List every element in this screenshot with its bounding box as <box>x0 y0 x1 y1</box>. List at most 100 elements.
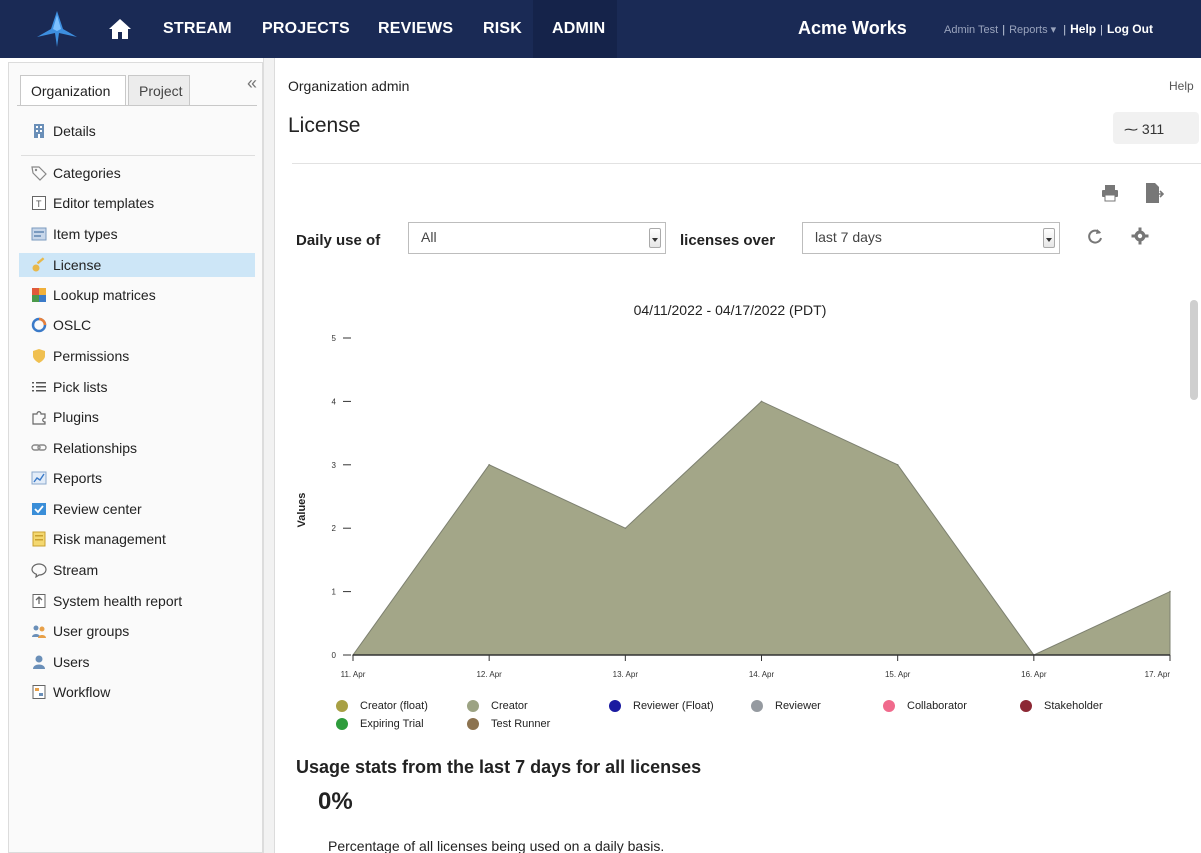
y-tick-label: 2 <box>332 524 337 533</box>
sidebar-item-license[interactable]: License <box>19 253 255 277</box>
sidebar-item-details[interactable]: Details <box>19 119 255 143</box>
jama-logo-icon[interactable] <box>33 9 81 49</box>
sidebar-item-review-center[interactable]: Review center <box>19 497 255 521</box>
svg-text:T: T <box>36 199 42 209</box>
legend-swatch <box>336 718 348 730</box>
sidebar-item-stream[interactable]: Stream <box>19 558 255 582</box>
sidebar-item-risk-management[interactable]: Risk management <box>19 527 255 551</box>
sidebar-item-label: Users <box>53 654 90 670</box>
tab-project[interactable]: Project <box>128 75 190 105</box>
y-tick-label: 5 <box>332 334 337 343</box>
data-point <box>896 464 899 466</box>
matrix-icon <box>32 288 46 302</box>
list-icon <box>32 382 46 392</box>
period-select[interactable]: last 7 days <box>802 222 1060 254</box>
export-icon[interactable] <box>1144 182 1164 204</box>
review-icon <box>32 503 46 515</box>
data-point <box>1169 590 1171 593</box>
sidebar-item-system-health-report[interactable]: System health report <box>19 589 255 613</box>
sidebar-item-label: Review center <box>53 501 142 517</box>
sidebar-item-label: Pick lists <box>53 379 108 395</box>
user-links: Admin Test | Reports ▾ | Help | Log Out <box>944 22 1153 36</box>
sidebar-item-user-groups[interactable]: User groups <box>19 619 255 643</box>
data-point <box>624 527 627 529</box>
sidebar-item-label: Workflow <box>53 684 111 700</box>
user-groups-icon <box>32 625 46 638</box>
chevron-down-icon <box>1043 228 1055 248</box>
nav-risk[interactable]: RISK <box>483 20 522 38</box>
sidebar-item-categories[interactable]: Categories <box>19 161 255 185</box>
legend-swatch <box>467 718 479 730</box>
risk-icon <box>32 531 46 547</box>
legend-swatch <box>336 700 348 712</box>
workflow-icon <box>32 685 46 699</box>
double-chevron-left-icon[interactable]: « <box>247 73 257 94</box>
sidebar-item-label: Categories <box>53 165 121 181</box>
sidebar-item-label: Reports <box>53 470 103 486</box>
user-name-link[interactable]: Admin Test <box>944 24 998 36</box>
item-types-icon <box>31 227 47 241</box>
refresh-icon[interactable] <box>1085 226 1105 246</box>
sidebar-item-item-types[interactable]: Item types <box>19 222 255 246</box>
sidebar-item-relationships[interactable]: Relationships <box>19 436 255 460</box>
sidebar-item-users[interactable]: Users <box>19 650 255 674</box>
page-help-link[interactable]: Help <box>1169 79 1194 93</box>
sidebar-item-plugins[interactable]: Plugins <box>19 405 255 429</box>
x-tick-label: 13. Apr <box>613 670 639 679</box>
usage-stats-heading: Usage stats from the last 7 days for all… <box>296 757 702 777</box>
data-point <box>488 464 490 466</box>
x-tick-label: 16. Apr <box>1021 670 1047 679</box>
sidebar-item-label: Risk management <box>53 531 166 547</box>
nav-admin[interactable]: ADMIN <box>552 20 605 38</box>
reports-link[interactable]: Reports <box>1009 24 1048 36</box>
help-link[interactable]: Help <box>1070 22 1096 36</box>
oslc-icon <box>31 317 47 333</box>
gear-icon[interactable] <box>1130 226 1150 246</box>
activity-counter-button[interactable]: ⁓ 311 <box>1113 112 1199 144</box>
nav-reviews[interactable]: REVIEWS <box>378 20 453 38</box>
nav-projects[interactable]: PROJECTS <box>262 20 350 38</box>
sidebar-item-label: Relationships <box>53 440 138 456</box>
sidebar-resize-handle[interactable] <box>263 58 275 853</box>
logout-link[interactable]: Log Out <box>1107 22 1153 36</box>
legend-swatch <box>751 700 763 712</box>
legend-swatch <box>1020 700 1032 712</box>
y-tick-label: 4 <box>332 397 337 406</box>
license-type-select[interactable]: All <box>408 222 666 254</box>
area-layer <box>352 400 1171 656</box>
period-value: last 7 days <box>815 229 882 245</box>
print-icon[interactable] <box>1100 183 1120 203</box>
sidebar-item-editor-templates[interactable]: T Editor templates <box>19 191 255 215</box>
title-divider <box>292 163 1201 164</box>
tab-organization[interactable]: Organization <box>20 75 126 106</box>
series-area-creator <box>352 400 1171 656</box>
license-type-value: All <box>421 229 437 245</box>
shield-icon <box>33 349 45 363</box>
health-report-icon <box>32 594 46 608</box>
sidebar-item-label: Stream <box>53 562 99 578</box>
data-point <box>760 400 763 403</box>
legend-swatch <box>609 700 621 712</box>
template-icon: T <box>32 196 46 210</box>
breadcrumb[interactable]: Organization admin <box>288 78 409 94</box>
sidebar-separator <box>21 155 255 156</box>
usage-description: Percentage of all licenses being used on… <box>328 838 665 853</box>
sidebar-item-oslc[interactable]: OSLC <box>19 313 255 337</box>
sidebar-item-reports[interactable]: Reports <box>19 466 255 490</box>
sidebar-item-permissions[interactable]: Permissions <box>19 344 255 368</box>
page-scrollbar[interactable] <box>1190 300 1198 400</box>
home-icon[interactable] <box>108 17 132 41</box>
legend-label: Expiring Trial <box>360 718 424 730</box>
sidebar-item-lookup-matrices[interactable]: Lookup matrices <box>19 283 255 307</box>
chevron-down-icon <box>649 228 661 248</box>
y-tick-label: 0 <box>332 651 337 660</box>
nav-stream[interactable]: STREAM <box>163 20 232 38</box>
sidebar-item-pick-lists[interactable]: Pick lists <box>19 375 255 399</box>
sidebar-item-workflow[interactable]: Workflow <box>19 680 255 704</box>
sidebar-item-label: OSLC <box>53 317 92 333</box>
x-tick-label: 17. Apr <box>1145 670 1171 679</box>
top-navigation-bar: STREAM PROJECTS REVIEWS RISK ADMIN Acme … <box>0 0 1201 58</box>
sidebar-item-label: User groups <box>53 623 130 639</box>
y-tick-label: 3 <box>332 461 337 470</box>
sidebar-item-label: Details <box>53 123 96 139</box>
